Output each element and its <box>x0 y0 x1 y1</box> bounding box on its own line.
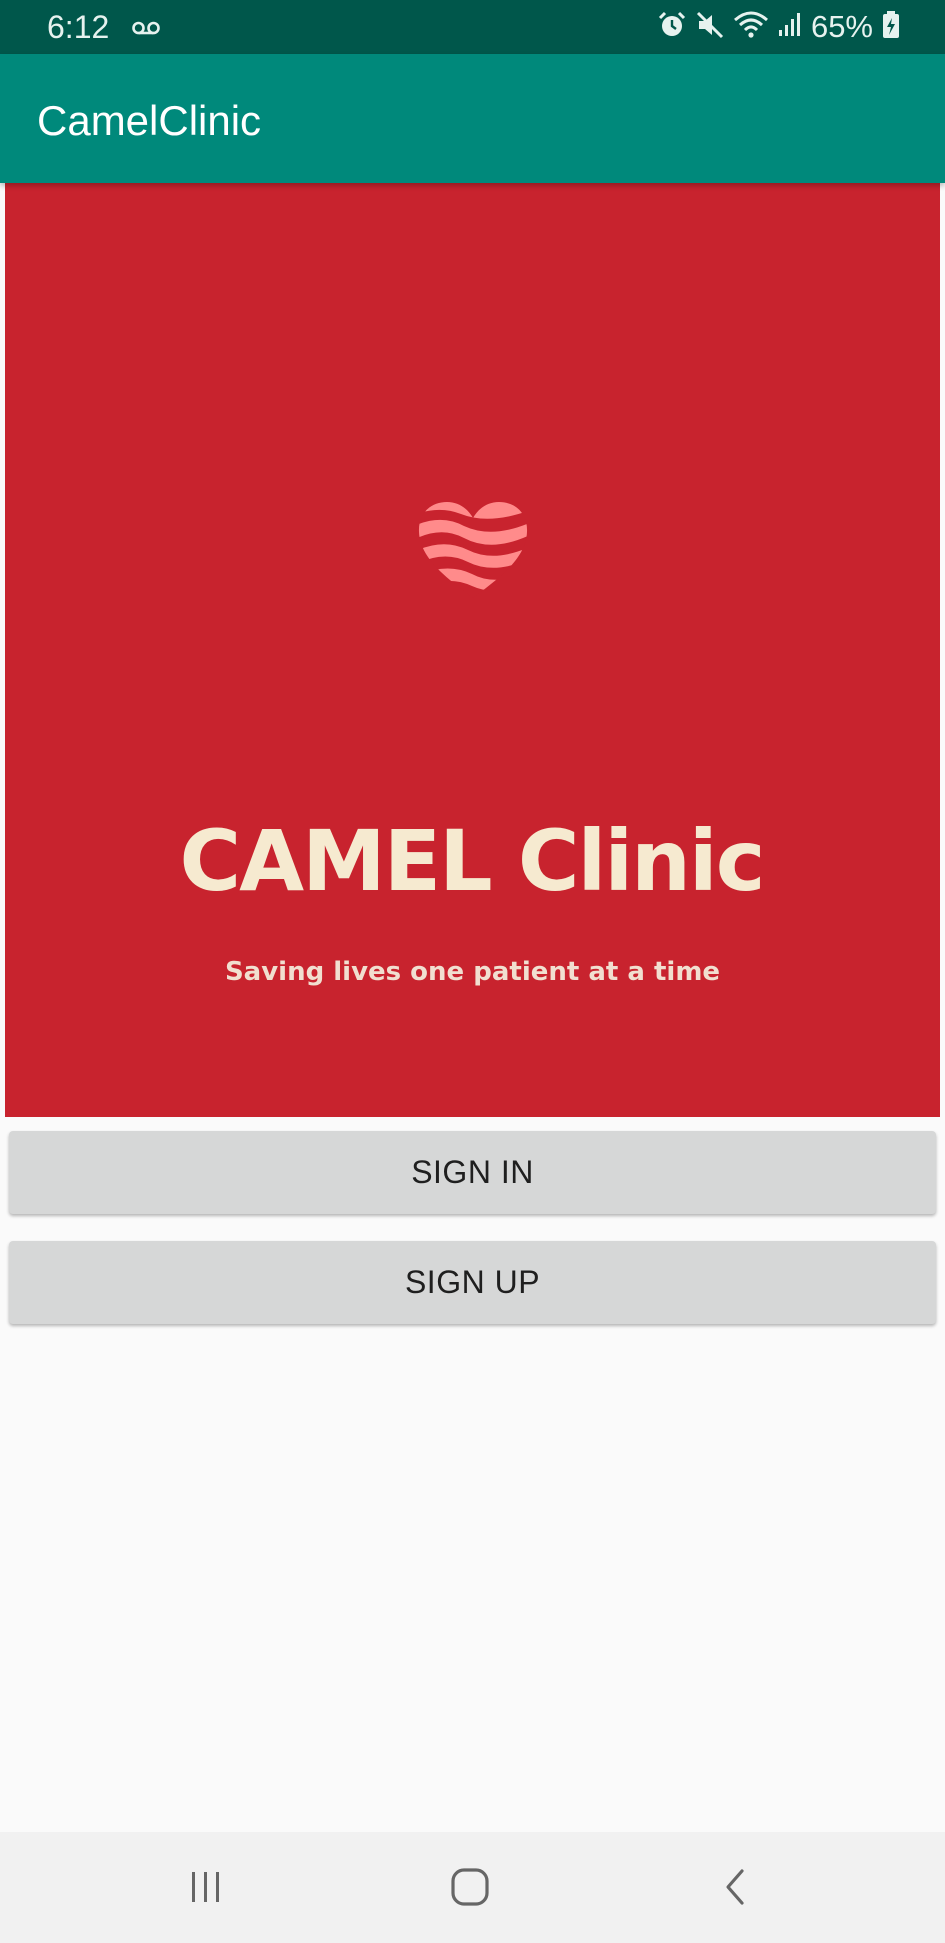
battery-charging-icon <box>881 10 901 45</box>
battery-percent: 65% <box>810 9 873 44</box>
status-bar: 6:12 65% <box>0 0 945 54</box>
status-icons: 65% <box>657 8 901 46</box>
mute-icon <box>695 10 725 45</box>
sign-in-button[interactable]: SIGN IN <box>9 1131 936 1214</box>
navigation-bar <box>0 1832 945 1943</box>
recents-icon[interactable] <box>166 1852 246 1922</box>
logo-tagline: Saving lives one patient at a time <box>224 957 721 987</box>
heart-logo-icon <box>416 500 530 605</box>
voicemail-icon <box>131 20 161 41</box>
signal-icon <box>777 10 803 45</box>
logo-title: CAMEL Clinic <box>5 811 940 911</box>
wifi-icon <box>733 10 769 45</box>
logo-title-text: CAMEL Clinic <box>179 812 765 910</box>
app-title: CamelClinic <box>37 97 262 144</box>
home-icon[interactable] <box>430 1852 510 1922</box>
status-time: 6:12 <box>47 9 110 45</box>
back-icon[interactable] <box>695 1852 775 1922</box>
logo-banner: CAMEL Clinic Saving lives one patient at… <box>5 183 940 1117</box>
sign-up-button[interactable]: SIGN UP <box>9 1241 936 1324</box>
screen: 6:12 65% CamelClinic CAMEL Clinic Saving… <box>0 0 945 1943</box>
alarm-icon <box>657 10 687 45</box>
app-bar: CamelClinic <box>0 54 945 183</box>
